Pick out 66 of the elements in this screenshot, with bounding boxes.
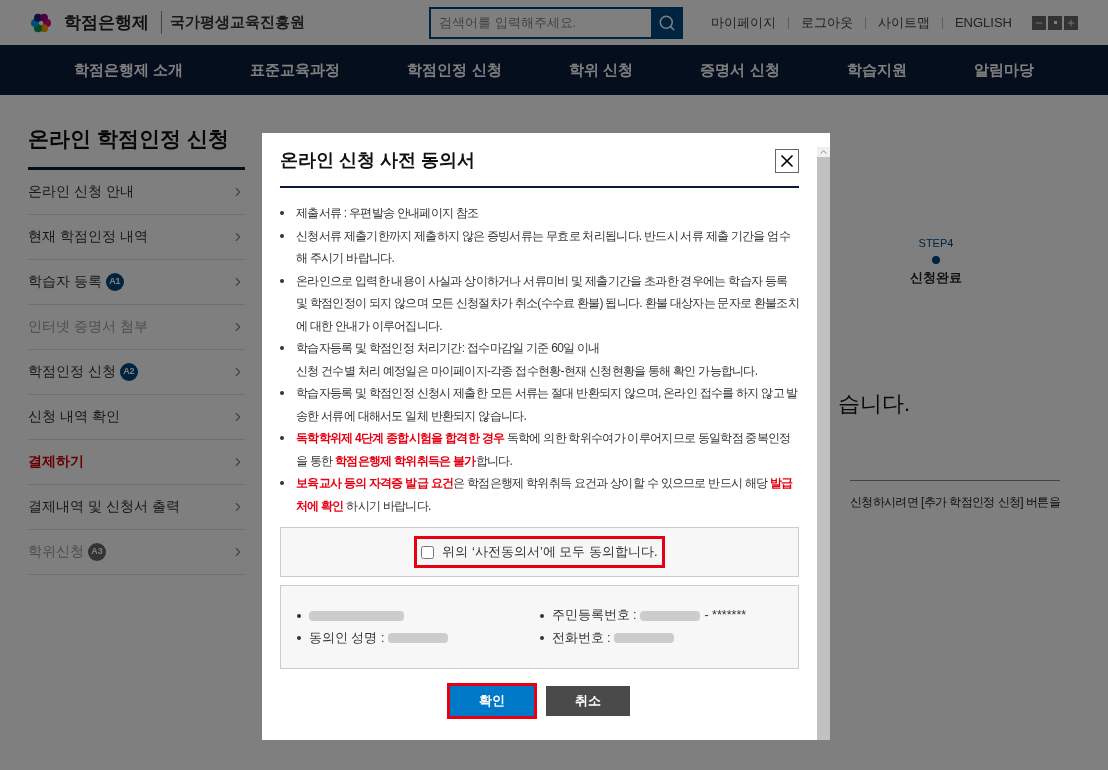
bullet-icon bbox=[280, 211, 284, 215]
info-note: 신청하시려면 [추가 학점인정 신청] 버튼을 bbox=[849, 480, 1060, 511]
bullet-icon bbox=[280, 481, 284, 485]
bullet-icon bbox=[297, 613, 301, 618]
header-link[interactable]: 로그아웃 bbox=[800, 12, 853, 33]
bullet-icon bbox=[280, 346, 284, 350]
bullet-icon bbox=[280, 278, 284, 283]
info-label: 주민등록번호 : bbox=[551, 607, 637, 625]
zoom-reset-button[interactable] bbox=[1048, 15, 1062, 30]
sidebar-item[interactable]: 온라인 신청 안내 bbox=[28, 169, 245, 215]
bullet-icon bbox=[539, 613, 544, 618]
agree-checkbox[interactable] bbox=[421, 545, 435, 559]
consent-text: 학습자등록 및 학점인정 처리기간: 접수마감일 기준 60일 이내 bbox=[296, 340, 600, 357]
close-button[interactable] bbox=[775, 148, 799, 173]
cancel-button[interactable]: 취소 bbox=[545, 686, 630, 716]
consent-text: 온라인으로 입력한 내용이 사실과 상이하거나 서류미비 및 제출기간을 초과한 경우에는 학습자 등록 및 학점인정이 되지 않으며 모든 신청절차가 취소(수수료 환불) 됩니다. 환불 대상자는 문자로 환불조치에 대한 안내가 이루어집니다. bbox=[296, 272, 799, 335]
zoom-out-button[interactable] bbox=[1032, 15, 1046, 30]
bullet-icon bbox=[280, 436, 284, 440]
completion-message: 습니다. bbox=[837, 390, 910, 418]
sidebar-item[interactable]: 학습자 등록 A1 bbox=[28, 259, 245, 305]
search-icon bbox=[657, 13, 676, 32]
info-label: 동의인 성명 : bbox=[309, 630, 385, 647]
consent-text: 신청서류 제출기한까지 제출하지 않은 증빙서류는 무효로 처리됩니다. 반드시 서류 제출 기간을 엄수해 주시기 바랍니다. bbox=[296, 227, 791, 267]
info-label: 전화번호 : bbox=[551, 630, 611, 647]
confirm-button[interactable]: 확인 bbox=[449, 686, 534, 716]
agree-label[interactable]: 위의 ‘사전동의서’에 모두 동의합니다. bbox=[442, 542, 658, 562]
consent-text: 신청 건수별 처리 예정일은 마이페이지-각종 접수현황-현재 신청현황을 통해 확인 가능합니다. bbox=[296, 363, 758, 378]
nav-item[interactable]: 학위 신청 bbox=[569, 58, 634, 82]
search-button[interactable] bbox=[650, 6, 683, 39]
step-name: 신청완료 bbox=[910, 268, 962, 287]
zoom-in-button[interactable] bbox=[1064, 15, 1078, 30]
search-field[interactable]: 검색어를 입력해주세요. bbox=[428, 6, 651, 39]
nav-item[interactable]: 학점인정 신청 bbox=[407, 58, 502, 82]
consent-text: 학습자등록 및 학점인정 신청시 제출한 모든 서류는 절대 반환되지 않으며, 온라인 접수를 하지 않고 발송한 서류에 대해서도 일체 반환되지 않습니다. bbox=[296, 385, 799, 425]
plus-icon bbox=[1066, 17, 1076, 28]
nav-item[interactable]: 학점은행제 소개 bbox=[73, 58, 183, 82]
sidebar-item[interactable]: 신청 내역 확인 bbox=[28, 394, 245, 440]
step-badge: A2 bbox=[119, 362, 138, 381]
sidebar-item[interactable]: 학점인정 신청 A2 bbox=[28, 349, 245, 395]
step-label: STEP4 bbox=[918, 236, 954, 251]
nav-item[interactable]: 증명서 신청 bbox=[700, 58, 780, 82]
bullet-icon bbox=[280, 233, 284, 238]
bullet-icon bbox=[539, 636, 544, 641]
sidebar-item[interactable]: 결제내역 및 신청서 출력 bbox=[28, 484, 245, 530]
header-link[interactable]: 마이페이지 bbox=[710, 12, 776, 33]
org-name: 국가평생교육진흥원 bbox=[161, 11, 305, 34]
bullet-icon bbox=[280, 391, 284, 395]
header-link[interactable]: ENGLISH bbox=[954, 12, 1012, 33]
logo-text[interactable]: 학점은행제 bbox=[64, 9, 149, 36]
dialog-title: 온라인 신청 사전 동의서 bbox=[280, 149, 475, 172]
consent-text: 보육교사 등의 자격증 발급 요건은 학점은행제 학위취득 요건과 상이할 수 있으므로 반드시 해당 발급처에 확인 하시기 바랍니다. bbox=[296, 475, 794, 515]
logo-icon bbox=[30, 11, 52, 34]
masked-value: - ******* bbox=[704, 607, 747, 625]
sidebar-item[interactable]: 결제하기 bbox=[28, 439, 245, 485]
header-link[interactable]: 사이트맵 bbox=[877, 12, 930, 33]
step-badge: A3 bbox=[88, 542, 106, 561]
bullet-icon bbox=[297, 636, 301, 641]
nav-item[interactable]: 알림마당 bbox=[974, 58, 1035, 82]
nav-item[interactable]: 표준교육과정 bbox=[250, 58, 341, 82]
scroll-up-icon[interactable] bbox=[817, 147, 830, 157]
nav-item[interactable]: 학습지원 bbox=[847, 58, 907, 82]
sidebar-title: 온라인 학점인정 신청 bbox=[28, 123, 245, 170]
sidebar-item[interactable]: 현재 학점인정 내역 bbox=[28, 214, 245, 260]
step-badge: A1 bbox=[105, 272, 124, 291]
consent-text: 제출서류 : 우편발송 안내페이지 참조 bbox=[296, 205, 479, 222]
consent-text: 독학학위제 4단계 종합시험을 합격한 경우 독학에 의한 학위수여가 이루어지므로 동일학점 중복인정을 통한 학점은행제 학위취득은 불가합니다. bbox=[296, 430, 792, 470]
